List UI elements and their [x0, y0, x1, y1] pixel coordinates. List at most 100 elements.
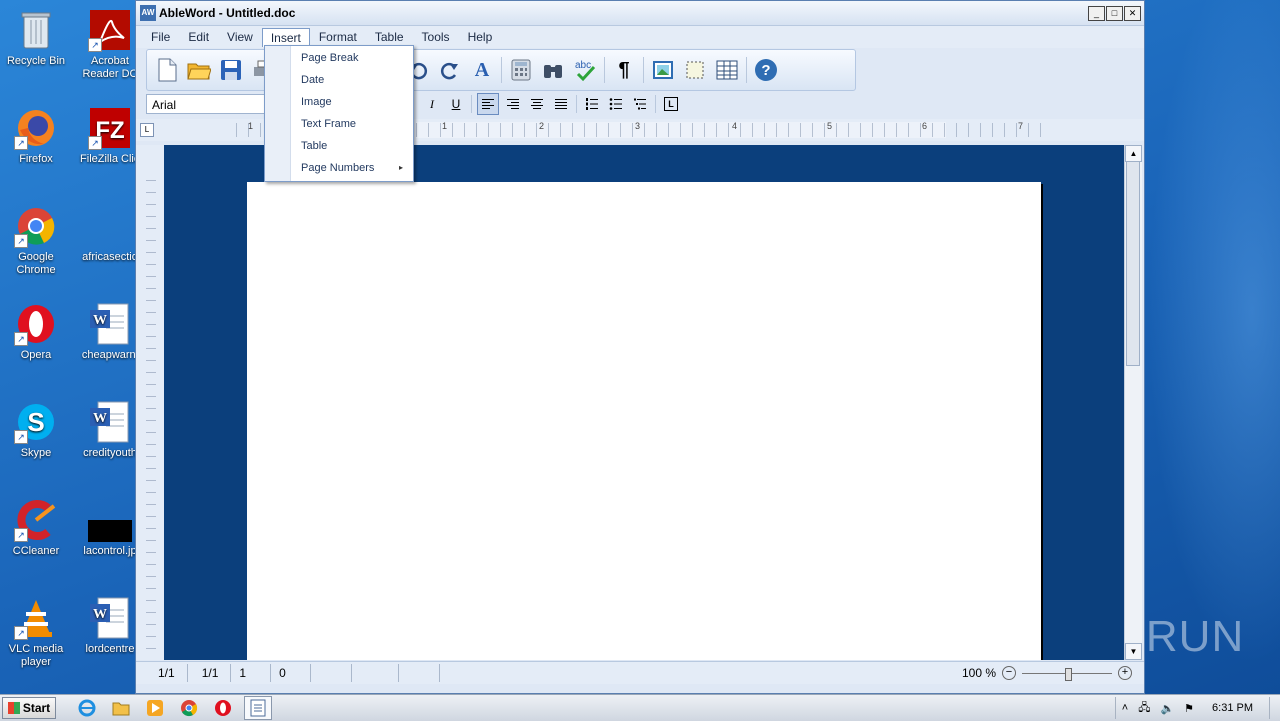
clock[interactable]: 6:31 PM	[1212, 702, 1253, 714]
menu-help[interactable]: Help	[459, 27, 502, 47]
desktop-icon-ccleaner[interactable]: ↗ CCleaner	[0, 498, 72, 558]
toolbar-separator	[643, 57, 644, 83]
action-center-flag-icon[interactable]: ⚑	[1184, 702, 1194, 715]
align-right-button[interactable]	[503, 94, 523, 114]
desktop-icon-chrome[interactable]: ↗ Google Chrome	[0, 204, 72, 277]
vertical-scrollbar[interactable]: ▲ ▼	[1124, 145, 1142, 660]
menu-item-label: Page Break	[301, 52, 359, 64]
explorer-icon[interactable]	[108, 697, 134, 719]
document-page[interactable]	[247, 182, 1041, 660]
numbered-list-button[interactable]	[582, 94, 602, 114]
multilevel-list-button[interactable]	[630, 94, 650, 114]
status-empty-cell	[399, 664, 440, 682]
toolbar-separator	[501, 57, 502, 83]
zoom-slider-knob[interactable]	[1065, 667, 1072, 681]
opera-icon: ↗	[14, 302, 58, 346]
tray-expand-icon[interactable]: ˄	[1122, 702, 1128, 714]
underline-button[interactable]: U	[446, 94, 466, 114]
menu-tools[interactable]: Tools	[413, 27, 459, 47]
menu-item-text-frame[interactable]: Text Frame	[265, 113, 413, 135]
shortcut-arrow-icon: ↗	[14, 234, 28, 248]
menu-insert[interactable]: Insert	[261, 27, 310, 47]
chrome-icon: ↗	[14, 204, 58, 248]
show-desktop-button[interactable]	[1269, 697, 1280, 719]
zoom-in-button[interactable]: +	[1118, 666, 1132, 680]
menu-item-label: Image	[301, 96, 332, 108]
scroll-down-button[interactable]: ▼	[1125, 643, 1142, 660]
ruler-number: 5	[827, 121, 833, 131]
bullet-list-button[interactable]	[606, 94, 626, 114]
menu-item-label: Table	[301, 140, 328, 152]
desktop-icon-recycle-bin[interactable]: Recycle Bin	[0, 8, 72, 68]
maximize-button[interactable]: □	[1106, 5, 1123, 21]
menu-item-page-numbers[interactable]: Page Numbers ▸	[265, 157, 413, 179]
minimize-button[interactable]: _	[1088, 5, 1105, 21]
save-icon[interactable]	[218, 57, 244, 83]
word-doc-icon: W	[88, 302, 132, 346]
menu-item-page-break[interactable]: Page Break	[265, 47, 413, 69]
zoom-out-button[interactable]: −	[1002, 666, 1016, 680]
zoom-slider[interactable]	[1022, 667, 1112, 681]
desktop-icon-opera[interactable]: ↗ Opera	[0, 302, 72, 362]
align-center-button[interactable]	[527, 94, 547, 114]
align-justify-button[interactable]	[551, 94, 571, 114]
ruler-number: 6	[922, 121, 928, 131]
desktop-icon-label: Recycle Bin	[6, 55, 66, 67]
svg-text:?: ?	[761, 62, 770, 79]
desktop-icon-label: credityouth	[83, 447, 137, 459]
menu-file[interactable]: File	[142, 27, 179, 47]
scroll-up-button[interactable]: ▲	[1125, 145, 1142, 162]
close-button[interactable]: ✕	[1124, 5, 1141, 21]
status-column: 0	[271, 664, 311, 682]
opera-icon[interactable]	[210, 697, 236, 719]
menu-table[interactable]: Table	[366, 27, 413, 47]
desktop-icon-label: FileZilla Clie	[80, 153, 140, 165]
menu-edit[interactable]: Edit	[179, 27, 218, 47]
toolbar-separator	[655, 95, 656, 113]
table-icon[interactable]	[714, 57, 740, 83]
media-player-icon[interactable]	[142, 697, 168, 719]
pilcrow-icon[interactable]: ¶	[611, 57, 637, 83]
chrome-icon[interactable]	[176, 697, 202, 719]
ableword-icon[interactable]	[244, 696, 272, 720]
ruler-corner-tab-icon[interactable]: L	[140, 123, 154, 137]
network-icon[interactable]: 🖧	[1138, 699, 1150, 718]
filezilla-icon: FZ ↗	[88, 106, 132, 150]
italic-button[interactable]: I	[422, 94, 442, 114]
menu-view[interactable]: View	[218, 27, 262, 47]
title-bar[interactable]: AW AbleWord - Untitled.doc _ □ ✕	[136, 1, 1144, 26]
ie-icon[interactable]	[74, 697, 100, 719]
menu-item-image[interactable]: Image	[265, 91, 413, 113]
system-tray: ˄ 🖧 🔈 ⚑ 6:31 PM	[1114, 697, 1269, 719]
volume-icon[interactable]: 🔈	[1160, 702, 1174, 715]
svg-text:W: W	[93, 411, 107, 426]
scroll-thumb[interactable]	[1126, 161, 1140, 366]
desktop-icon-label: lordcentre	[85, 643, 135, 655]
insert-image-icon[interactable]	[650, 57, 676, 83]
desktop-icon-vlc[interactable]: ↗ VLC media player	[0, 596, 72, 669]
help-icon[interactable]: ?	[753, 57, 779, 83]
start-button[interactable]: Start	[2, 697, 56, 719]
desktop-icon-skype[interactable]: S ↗ Skype	[0, 400, 72, 460]
vlc-icon: ↗	[14, 596, 58, 640]
toolbar-separator	[604, 57, 605, 83]
menu-item-table[interactable]: Table	[265, 135, 413, 157]
open-folder-icon[interactable]	[186, 57, 212, 83]
frame-icon[interactable]	[682, 57, 708, 83]
desktop-icon-firefox[interactable]: ↗ Firefox	[0, 106, 72, 166]
spellcheck-icon[interactable]: abc	[572, 57, 598, 83]
tab-stop-button[interactable]: L	[661, 94, 681, 114]
font-icon[interactable]: A	[469, 57, 495, 83]
font-name-combo[interactable]: Arial	[146, 94, 266, 114]
find-binoculars-icon[interactable]	[540, 57, 566, 83]
menu-format[interactable]: Format	[310, 27, 366, 47]
desktop-icon-label: CCleaner	[12, 545, 60, 557]
menu-item-date[interactable]: Date	[265, 69, 413, 91]
redo-icon[interactable]	[437, 57, 463, 83]
ruler-number: 3	[635, 121, 641, 131]
vertical-ruler[interactable]	[136, 145, 164, 660]
align-left-button[interactable]	[477, 93, 499, 115]
calculator-icon[interactable]	[508, 57, 534, 83]
new-document-icon[interactable]	[154, 57, 180, 83]
word-doc-icon: W	[88, 596, 132, 640]
